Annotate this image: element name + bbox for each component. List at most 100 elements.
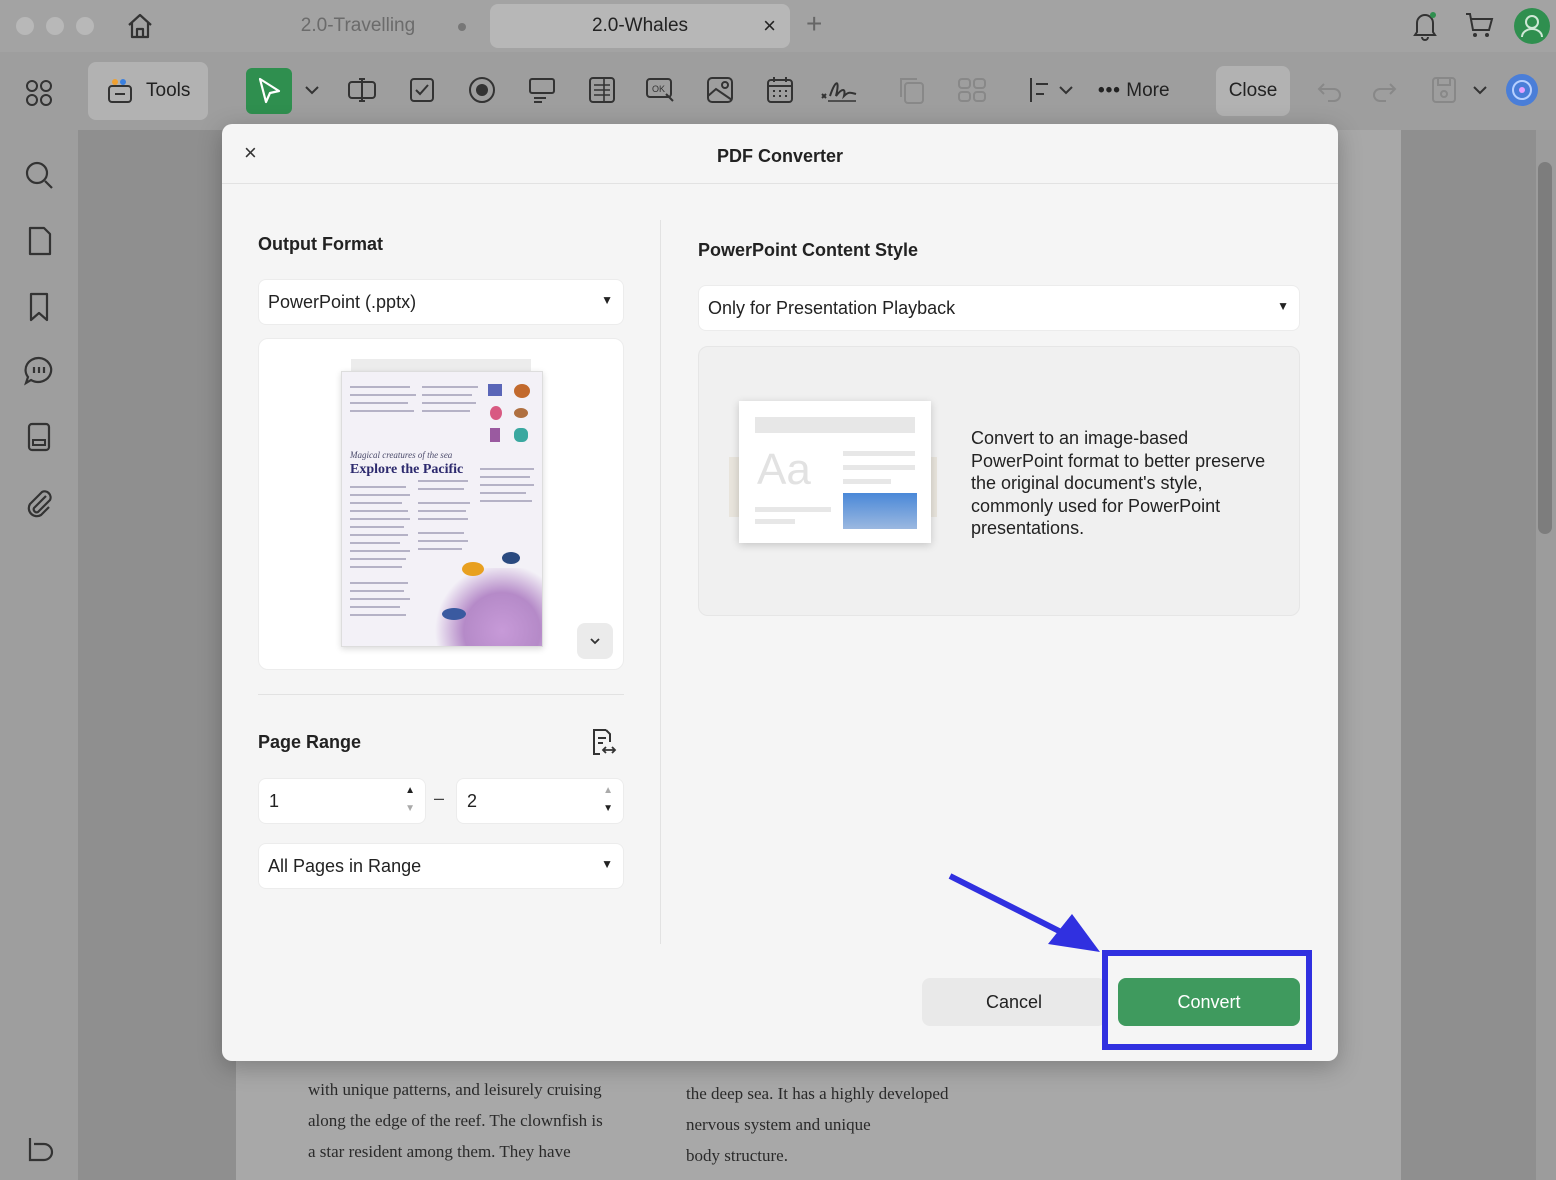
pdf-converter-dialog: × PDF Converter Output Format PowerPoint… [222, 124, 1338, 1061]
document-preview: Magical creatures of the sea Explore the… [258, 338, 624, 670]
more-dots-icon: ••• [1098, 80, 1121, 101]
left-sidebar [0, 52, 78, 1180]
increment-arrow-icon[interactable]: ▲ [603, 785, 613, 796]
tab-travelling[interactable]: 2.0-Travelling [236, 4, 480, 48]
svg-text:OK: OK [652, 84, 665, 94]
text-field-icon[interactable] [346, 74, 378, 106]
dropdown-arrow-icon: ▼ [1277, 299, 1289, 313]
column-divider [660, 220, 661, 944]
unsaved-dot-icon [458, 23, 466, 31]
convert-highlight-box [1102, 950, 1312, 1050]
radio-button-icon[interactable] [466, 74, 498, 106]
sea-anemone-illustration [430, 568, 542, 646]
apps-grid-icon[interactable] [22, 76, 56, 110]
decrement-arrow-icon[interactable]: ▼ [603, 803, 613, 814]
output-format-value: PowerPoint (.pptx) [268, 291, 417, 312]
bookmark-icon[interactable] [22, 290, 56, 324]
tools-label: Tools [146, 80, 191, 101]
undo-icon[interactable] [1314, 74, 1346, 106]
redo-icon[interactable] [1368, 74, 1400, 106]
content-style-description: Convert to an image-based PowerPoint for… [971, 428, 1266, 538]
slide-photo-image [843, 493, 917, 529]
window-zoom-dot[interactable] [76, 17, 94, 35]
range-from-stepper[interactable]: 1 ▲ ▼ [258, 778, 426, 824]
grid-layout-icon[interactable] [956, 74, 988, 106]
content-style-description-card: Aa Convert to an image-based PowerPoint … [698, 346, 1300, 616]
home-icon[interactable] [124, 10, 156, 42]
range-mode-select[interactable]: All Pages in Range ▼ [258, 843, 624, 889]
text-line: along the edge of the reef. The clownfis… [308, 1111, 603, 1130]
expand-preview-button[interactable] [577, 623, 613, 659]
content-style-value: Only for Presentation Playback [708, 297, 956, 318]
scrollbar-thumb[interactable] [1538, 162, 1552, 534]
page-thumbnails-icon[interactable] [22, 224, 56, 258]
increment-arrow-icon[interactable]: ▲ [405, 785, 415, 796]
save-icon[interactable] [1428, 74, 1460, 106]
preview-thumbnail: Magical creatures of the sea Explore the… [341, 371, 543, 647]
dialog-header: × PDF Converter [222, 124, 1338, 184]
range-from-value: 1 [269, 790, 280, 811]
coral-illustration [514, 408, 528, 418]
document-stamp-icon[interactable] [22, 420, 56, 454]
close-form-edit-button[interactable]: Close [1216, 66, 1290, 116]
range-to-stepper[interactable]: 2 ▲ ▼ [456, 778, 624, 824]
sidebar-toggle-icon[interactable] [22, 1132, 56, 1166]
signature-icon[interactable] [820, 74, 860, 106]
text-line: with unique patterns, and leisurely crui… [308, 1080, 602, 1099]
tab-label: 2.0-Whales [591, 15, 689, 36]
tools-button[interactable]: Tools [88, 62, 208, 120]
tab-whales[interactable]: 2.0-Whales × [490, 4, 790, 48]
select-tool-button[interactable] [246, 68, 292, 114]
coral-illustration [490, 428, 500, 442]
date-field-icon[interactable] [764, 74, 796, 106]
cart-icon[interactable] [1462, 8, 1496, 42]
annotation-arrow-icon [948, 873, 1100, 952]
coral-illustration [514, 428, 528, 442]
range-to-value: 2 [467, 790, 478, 811]
page-range-swap-icon[interactable] [586, 726, 618, 758]
image-field-icon[interactable] [704, 74, 736, 106]
main-toolbar: Tools OK ••• More Close [78, 52, 1556, 130]
document-text-left: with unique patterns, and leisurely crui… [308, 1074, 603, 1167]
output-format-select[interactable]: PowerPoint (.pptx) ▼ [258, 279, 624, 325]
attachment-icon[interactable] [22, 486, 56, 520]
more-button[interactable]: ••• More [1098, 80, 1170, 102]
list-box-icon[interactable] [586, 74, 618, 106]
coral-illustration [488, 384, 502, 396]
fish-illustration [442, 608, 466, 620]
preview-title: Explore the Pacific [350, 462, 464, 477]
user-avatar-icon[interactable] [1514, 8, 1550, 44]
window-minimize-dot[interactable] [46, 17, 64, 35]
decrement-arrow-icon[interactable]: ▼ [405, 803, 415, 814]
slide-sample-text: Aa [757, 445, 811, 494]
save-chevron-down-icon[interactable] [1464, 74, 1496, 106]
close-tab-icon[interactable]: × [763, 13, 776, 39]
preview-subtitle: Magical creatures of the sea [350, 450, 453, 460]
text-line: a star resident among them. They have [308, 1142, 571, 1161]
close-label: Close [1228, 80, 1278, 101]
cursor-arrow-icon [258, 77, 281, 104]
chevron-down-icon[interactable] [296, 74, 328, 106]
notification-bell-icon[interactable] [1408, 8, 1442, 42]
search-icon[interactable] [22, 158, 56, 192]
ai-assistant-icon[interactable] [1504, 72, 1540, 108]
align-chevron-down-icon[interactable] [1050, 74, 1082, 106]
page-range-label: Page Range [258, 732, 362, 752]
text-line: body structure. [686, 1146, 788, 1165]
window-close-dot[interactable] [16, 17, 34, 35]
duplicate-icon[interactable] [896, 74, 928, 106]
content-style-select[interactable]: Only for Presentation Playback ▼ [698, 285, 1300, 331]
checkbox-icon[interactable] [406, 74, 438, 106]
comments-icon[interactable] [22, 354, 56, 388]
new-tab-icon[interactable]: + [806, 8, 822, 40]
dialog-title: PDF Converter [716, 146, 844, 166]
title-bar: 2.0-Travelling 2.0-Whales × + [0, 0, 1556, 52]
ok-button-icon[interactable]: OK [644, 74, 676, 106]
tab-label: 2.0-Travelling [300, 15, 416, 36]
combo-box-icon[interactable] [526, 74, 558, 106]
range-mode-value: All Pages in Range [268, 855, 422, 876]
fish-illustration [502, 552, 520, 564]
output-format-label: Output Format [258, 234, 383, 254]
cancel-button[interactable]: Cancel [922, 978, 1106, 1026]
coral-illustration [514, 384, 530, 398]
